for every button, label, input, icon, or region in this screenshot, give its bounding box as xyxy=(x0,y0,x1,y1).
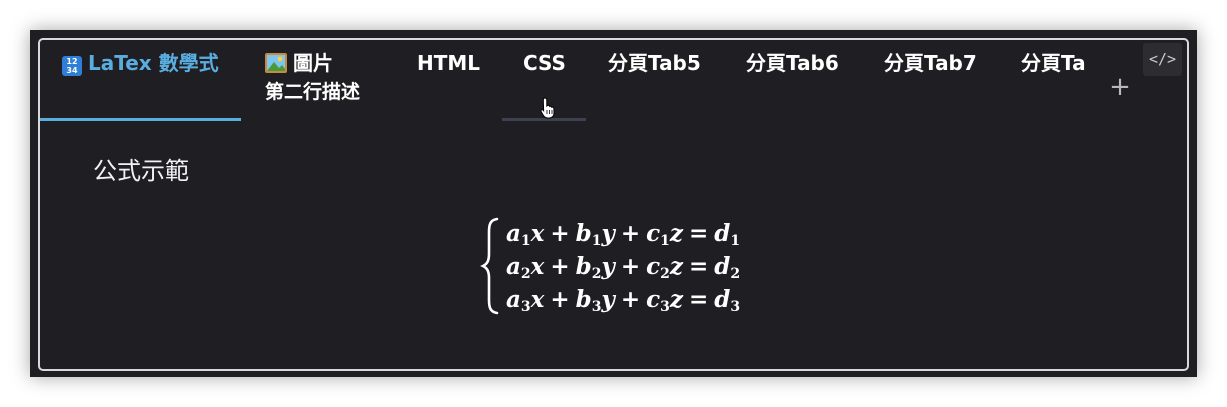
tab-html[interactable]: HTML xyxy=(417,48,480,78)
hand-cursor-icon xyxy=(540,97,555,119)
equation-line-1: a1x + b1y + c1z = d1 xyxy=(506,220,741,249)
page-title: 公式示範 xyxy=(93,157,189,185)
tab-subtitle: 第二行描述 xyxy=(265,81,361,103)
tab-label: 分頁Tab7 xyxy=(884,51,977,75)
tab-css[interactable]: CSS xyxy=(523,48,566,78)
tab-7[interactable]: 分頁Tab7 xyxy=(884,48,977,78)
1234-keycap-icon: 12 34 xyxy=(62,56,82,76)
tab-label: 分頁Tab6 xyxy=(746,51,839,75)
equation-line-2: a2x + b2y + c2z = d2 xyxy=(506,253,741,282)
code-view-button[interactable]: </> xyxy=(1143,43,1182,76)
tab-6[interactable]: 分頁Tab6 xyxy=(746,48,839,78)
add-tab-button[interactable]: + xyxy=(1107,72,1133,102)
tab-label: HTML xyxy=(417,51,481,75)
tab-8[interactable]: 分頁Ta xyxy=(1021,48,1086,78)
tab-label: CSS xyxy=(523,51,566,75)
tab-image[interactable]: 圖片 第二行描述 xyxy=(265,48,360,106)
equation-system: a1x + b1y + c1z = d1 a2x + b2y + c2z = d2 a3x + b3y + c3… xyxy=(480,216,780,316)
tab-label: 圖片 xyxy=(293,51,333,75)
equation-line-3: a3x + b3y + c3z = d3 xyxy=(506,286,741,315)
tab-5[interactable]: 分頁Tab5 xyxy=(608,48,701,78)
tab-label: LaTex 數學式 xyxy=(88,51,219,75)
left-brace xyxy=(480,217,499,315)
framed-picture-icon xyxy=(265,53,287,73)
tab-label: 分頁Tab5 xyxy=(608,51,701,75)
tab-label: 分頁Ta xyxy=(1021,51,1086,75)
active-tab-indicator xyxy=(40,118,241,121)
tab-latex[interactable]: 12 34 LaTex 數學式 xyxy=(62,48,219,78)
